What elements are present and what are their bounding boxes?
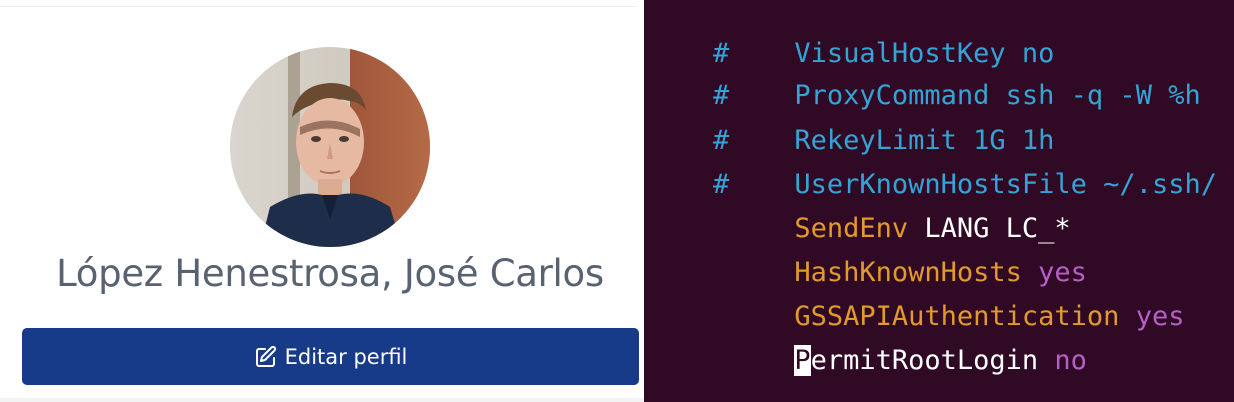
text-cursor: P bbox=[794, 345, 811, 376]
terminal-line: GSSAPIAuthentication yes bbox=[648, 251, 1184, 332]
terminal-line: HashKnownHosts yes bbox=[648, 207, 1087, 288]
terminal-line: SendEnv LANG LC_* bbox=[648, 163, 1070, 244]
config-value: no bbox=[1054, 345, 1087, 376]
terminal-line: # ProxyCommand ssh -q -W %h bbox=[648, 30, 1201, 111]
terminal-line: # UserKnownHostsFile ~/.ssh/ bbox=[648, 119, 1217, 200]
divider bbox=[0, 6, 636, 7]
profile-card: López Henestrosa, José Carlos Editar per… bbox=[0, 0, 644, 402]
terminal-line: PermitRootLogin no bbox=[648, 295, 1087, 376]
edit-profile-button[interactable]: Editar perfil bbox=[22, 328, 639, 385]
divider bbox=[0, 398, 644, 402]
edit-icon bbox=[254, 345, 278, 369]
edit-profile-label: Editar perfil bbox=[284, 344, 408, 369]
terminal-line: # RekeyLimit 1G 1h bbox=[648, 75, 1054, 156]
config-value: yes bbox=[1135, 301, 1185, 332]
terminal-line: ~ bbox=[648, 340, 729, 402]
avatar-photo bbox=[230, 47, 430, 247]
terminal-line: # VisualHostKey no bbox=[648, 0, 1054, 69]
profile-name: López Henestrosa, José Carlos bbox=[56, 252, 604, 295]
config-key: ermitRootLogin bbox=[810, 345, 1039, 376]
terminal-editor[interactable]: # VisualHostKey no # ProxyCommand ssh -q… bbox=[644, 0, 1234, 402]
avatar bbox=[230, 47, 430, 247]
empty-line-marker: ~ bbox=[713, 390, 729, 402]
